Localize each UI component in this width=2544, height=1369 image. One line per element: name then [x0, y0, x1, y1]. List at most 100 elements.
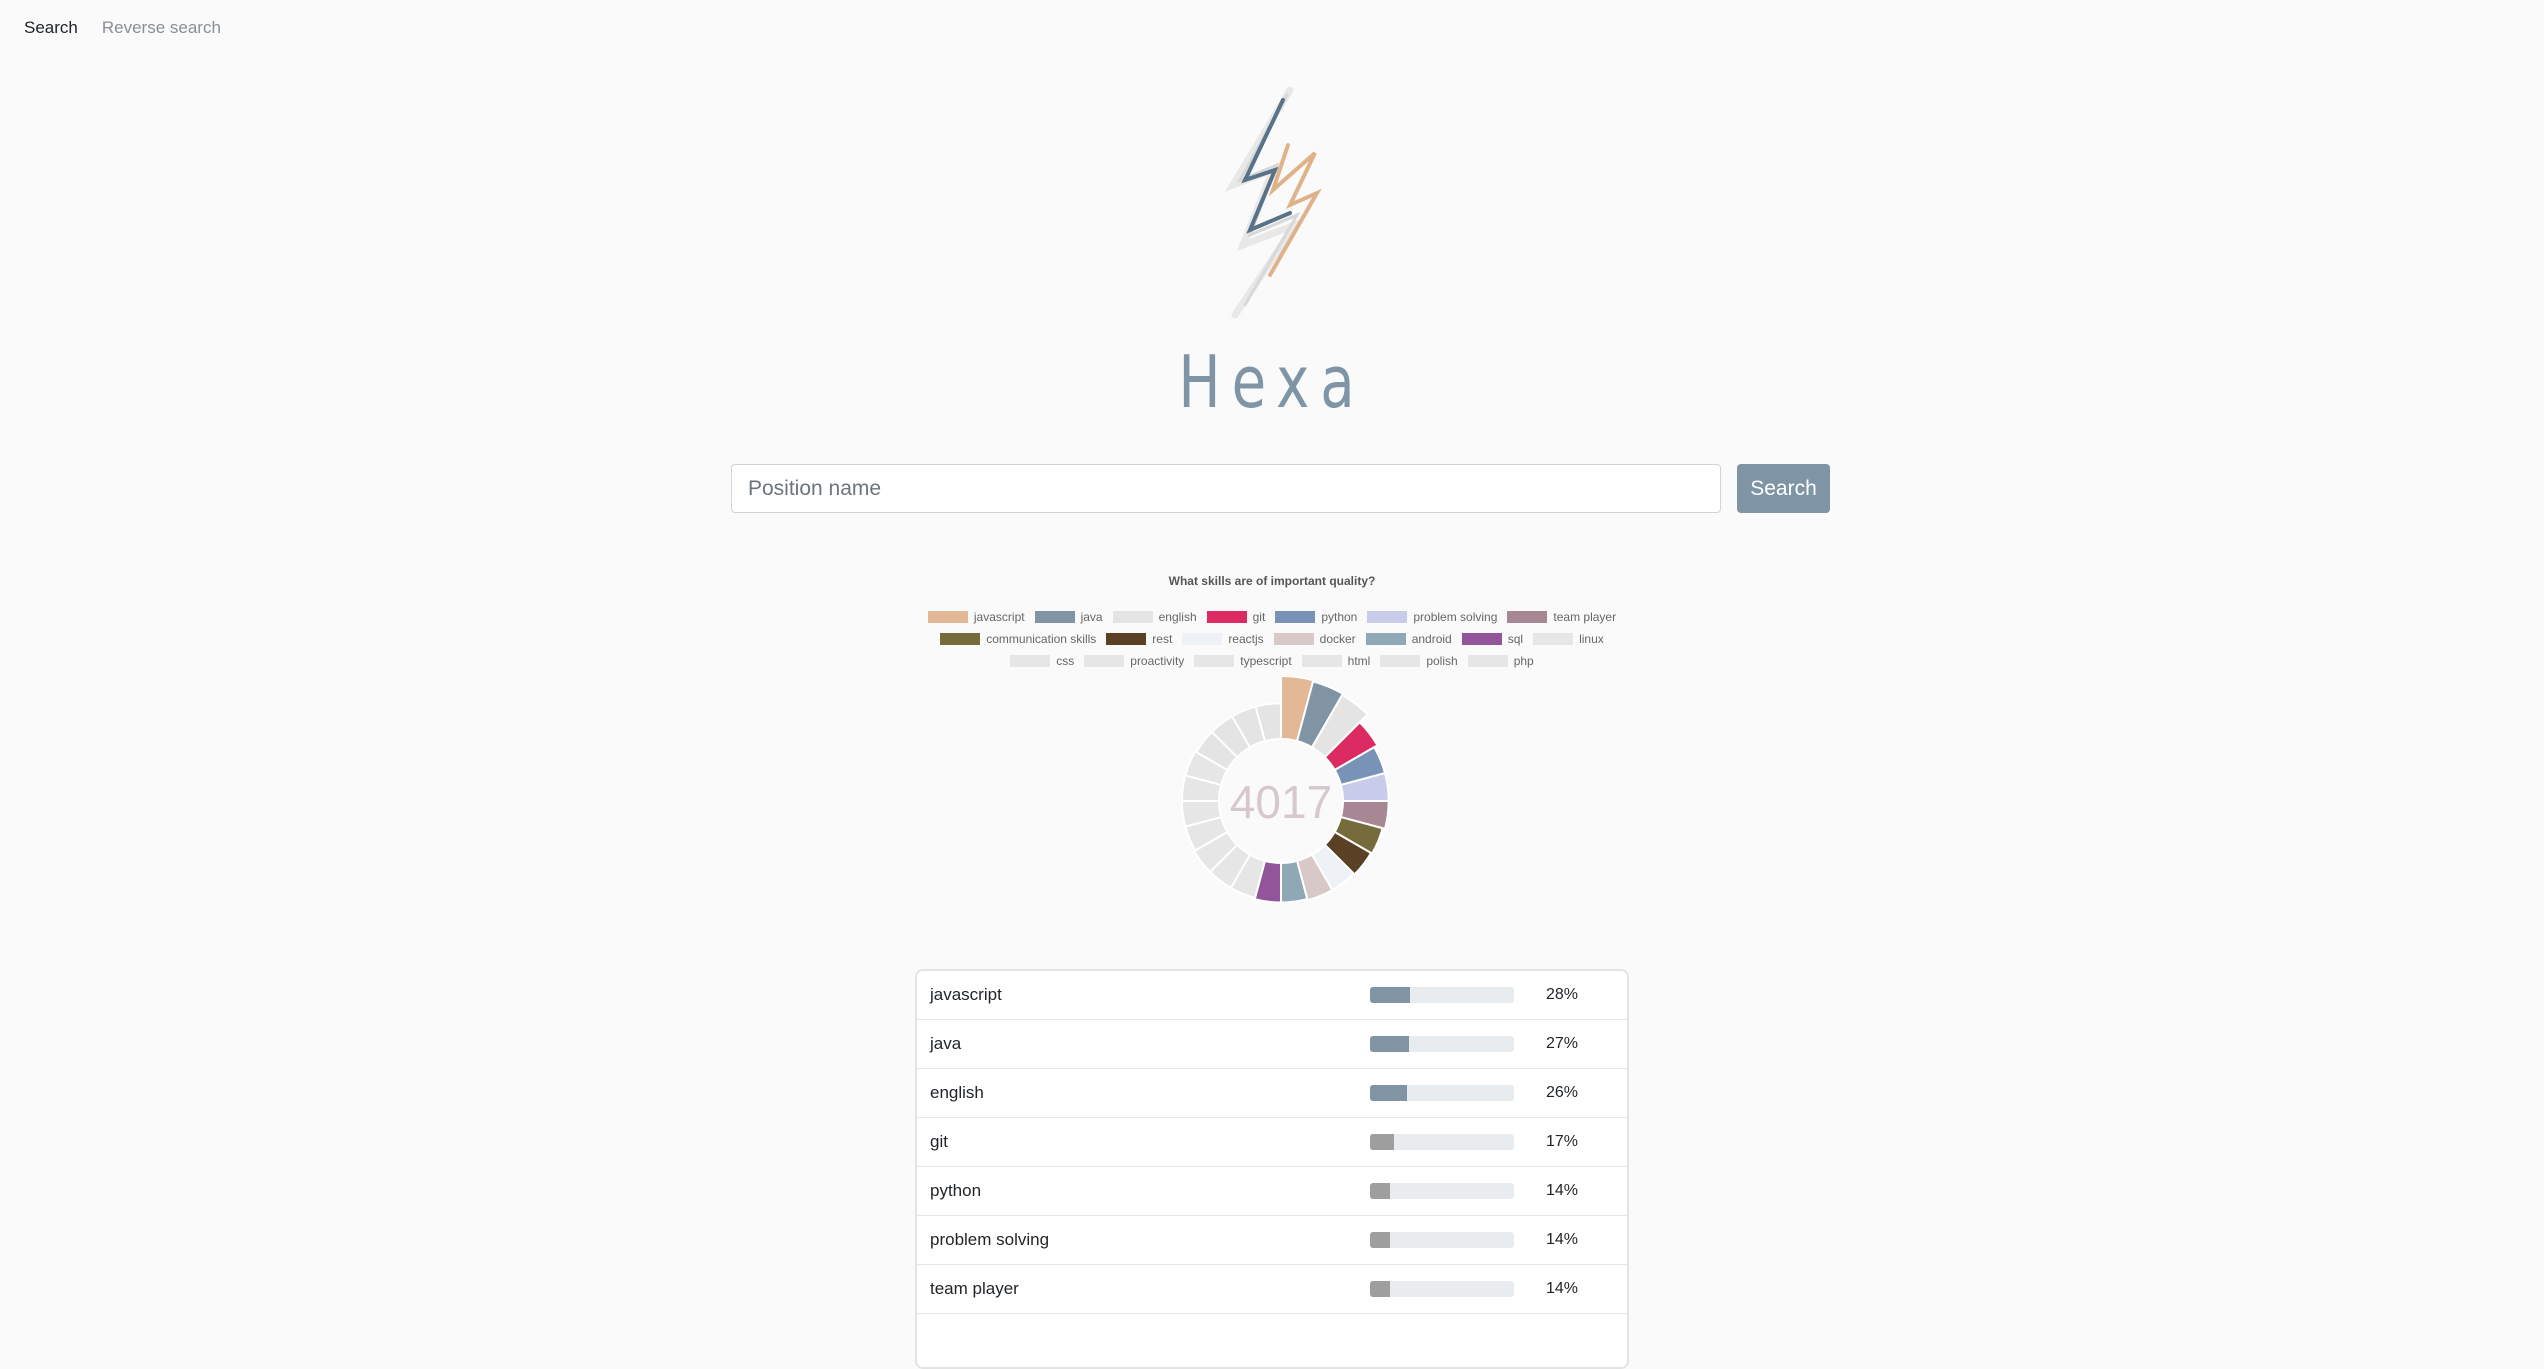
skill-percentage: 14% — [1546, 1182, 1579, 1199]
skill-progress-bar — [1370, 1036, 1514, 1052]
legend-item[interactable]: reactjs — [1182, 632, 1264, 646]
legend-swatch — [1467, 655, 1508, 667]
skill-progress-fill — [1370, 1232, 1391, 1248]
skill-progress-fill — [1370, 1183, 1391, 1199]
skill-progress-fill — [1370, 1134, 1395, 1150]
skills-table: javascript 28% java 27% english 26% git 17% pyth… — [915, 969, 1629, 1369]
legend-label: proactivity — [1130, 654, 1185, 668]
nav-reverse-search-link[interactable]: Reverse search — [102, 18, 221, 38]
skill-name: python — [930, 1181, 982, 1200]
legend-label: javascript — [973, 610, 1025, 624]
chart-title: What skills are of important quality? — [1168, 574, 1376, 588]
skill-percentage: 17% — [1546, 1133, 1579, 1150]
table-row[interactable]: git 17% — [917, 1118, 1627, 1167]
table-row[interactable]: team player 14% — [917, 1265, 1627, 1314]
skill-name: javascript — [930, 985, 1002, 1004]
legend-swatch — [1084, 655, 1125, 667]
legend-item[interactable]: docker — [1273, 632, 1356, 646]
table-row[interactable]: javascript 28% — [917, 971, 1627, 1020]
skill-percentage: 27% — [1546, 1035, 1579, 1052]
legend-label: docker — [1319, 632, 1356, 646]
legend-item[interactable]: linux — [1533, 632, 1604, 646]
legend-row: javascript java english git python problem so… — [900, 606, 1644, 628]
legend-item[interactable]: python — [1275, 610, 1357, 624]
skill-progress-fill — [1370, 1085, 1408, 1101]
legend-item[interactable]: english — [1112, 610, 1197, 624]
legend-item[interactable]: sql — [1461, 632, 1524, 646]
legend-item[interactable]: rest — [1106, 632, 1172, 646]
chart-legend: javascript java english git python problem so… — [900, 606, 1644, 672]
legend-swatch — [1275, 611, 1316, 623]
skill-progress-bar — [1370, 1183, 1514, 1199]
skill-name: english — [930, 1083, 984, 1102]
legend-swatch — [1034, 611, 1075, 623]
legend-item[interactable]: proactivity — [1084, 654, 1184, 668]
legend-label: rest — [1152, 632, 1173, 646]
legend-item[interactable]: typescript — [1194, 654, 1292, 668]
legend-label: android — [1411, 632, 1452, 646]
legend-swatch — [1106, 633, 1147, 645]
skill-percentage: 28% — [1546, 986, 1579, 1003]
legend-label: css — [1056, 654, 1075, 668]
skill-progress-bar — [1370, 1134, 1514, 1150]
skill-progress-fill — [1370, 987, 1411, 1003]
legend-swatch — [1206, 611, 1247, 623]
search-button[interactable]: Search — [1737, 464, 1830, 513]
table-row[interactable]: english 26% — [917, 1069, 1627, 1118]
legend-label: html — [1347, 654, 1371, 668]
legend-label: java — [1080, 610, 1103, 624]
legend-item[interactable]: java — [1034, 610, 1103, 624]
legend-label: communication skills — [986, 632, 1097, 646]
legend-swatch — [1273, 633, 1314, 645]
skill-progress-bar — [1370, 1085, 1514, 1101]
legend-swatch — [1010, 655, 1051, 667]
legend-swatch — [1112, 611, 1153, 623]
skill-progress-bar — [1370, 1281, 1514, 1297]
skill-name: java — [930, 1034, 962, 1053]
skill-percentage: 26% — [1546, 1084, 1579, 1101]
position-search-input[interactable] — [731, 464, 1721, 513]
legend-label: typescript — [1240, 654, 1292, 668]
skill-progress-bar — [1370, 987, 1514, 1003]
legend-swatch — [1461, 633, 1502, 645]
legend-label: linux — [1579, 632, 1604, 646]
legend-row: css proactivity typescript html polish php — [900, 650, 1644, 672]
legend-label: polish — [1426, 654, 1458, 668]
legend-label: sql — [1507, 632, 1524, 646]
legend-label: english — [1158, 610, 1197, 624]
legend-swatch — [1380, 655, 1421, 667]
legend-row: communication skills rest reactjs docker and… — [900, 628, 1644, 650]
legend-item[interactable]: communication skills — [940, 632, 1096, 646]
donut-center-label: 4017 — [1230, 776, 1332, 828]
search-form: Search — [731, 464, 1830, 513]
legend-item[interactable]: polish — [1380, 654, 1458, 668]
table-row[interactable]: python 14% — [917, 1167, 1627, 1216]
skill-progress-fill — [1370, 1281, 1391, 1297]
table-row[interactable]: java 27% — [917, 1020, 1627, 1069]
nav-search-link[interactable]: Search — [24, 18, 78, 38]
legend-swatch — [1507, 611, 1548, 623]
skill-name: git — [930, 1132, 948, 1151]
legend-label: php — [1513, 654, 1534, 668]
legend-item[interactable]: php — [1467, 654, 1534, 668]
legend-label: git — [1252, 610, 1266, 624]
legend-item[interactable]: html — [1301, 654, 1371, 668]
legend-label: problem solving — [1413, 610, 1498, 624]
legend-swatch — [927, 611, 968, 623]
legend-swatch — [1182, 633, 1223, 645]
skill-percentage: 14% — [1546, 1231, 1579, 1248]
skill-name: problem solving — [930, 1230, 1050, 1249]
legend-label: python — [1321, 610, 1358, 624]
skill-progress-bar — [1370, 1232, 1514, 1248]
legend-item[interactable]: team player — [1507, 610, 1616, 624]
legend-item[interactable]: javascript — [927, 610, 1025, 624]
legend-item[interactable]: problem solving — [1367, 610, 1497, 624]
skill-percentage: 14% — [1546, 1280, 1579, 1297]
legend-item[interactable]: css — [1010, 654, 1074, 668]
legend-item[interactable]: android — [1365, 632, 1452, 646]
table-row[interactable]: problem solving 14% — [917, 1216, 1627, 1265]
legend-swatch — [940, 633, 981, 645]
skill-name: team player — [930, 1279, 1019, 1298]
legend-item[interactable]: git — [1206, 610, 1266, 624]
legend-swatch — [1533, 633, 1574, 645]
